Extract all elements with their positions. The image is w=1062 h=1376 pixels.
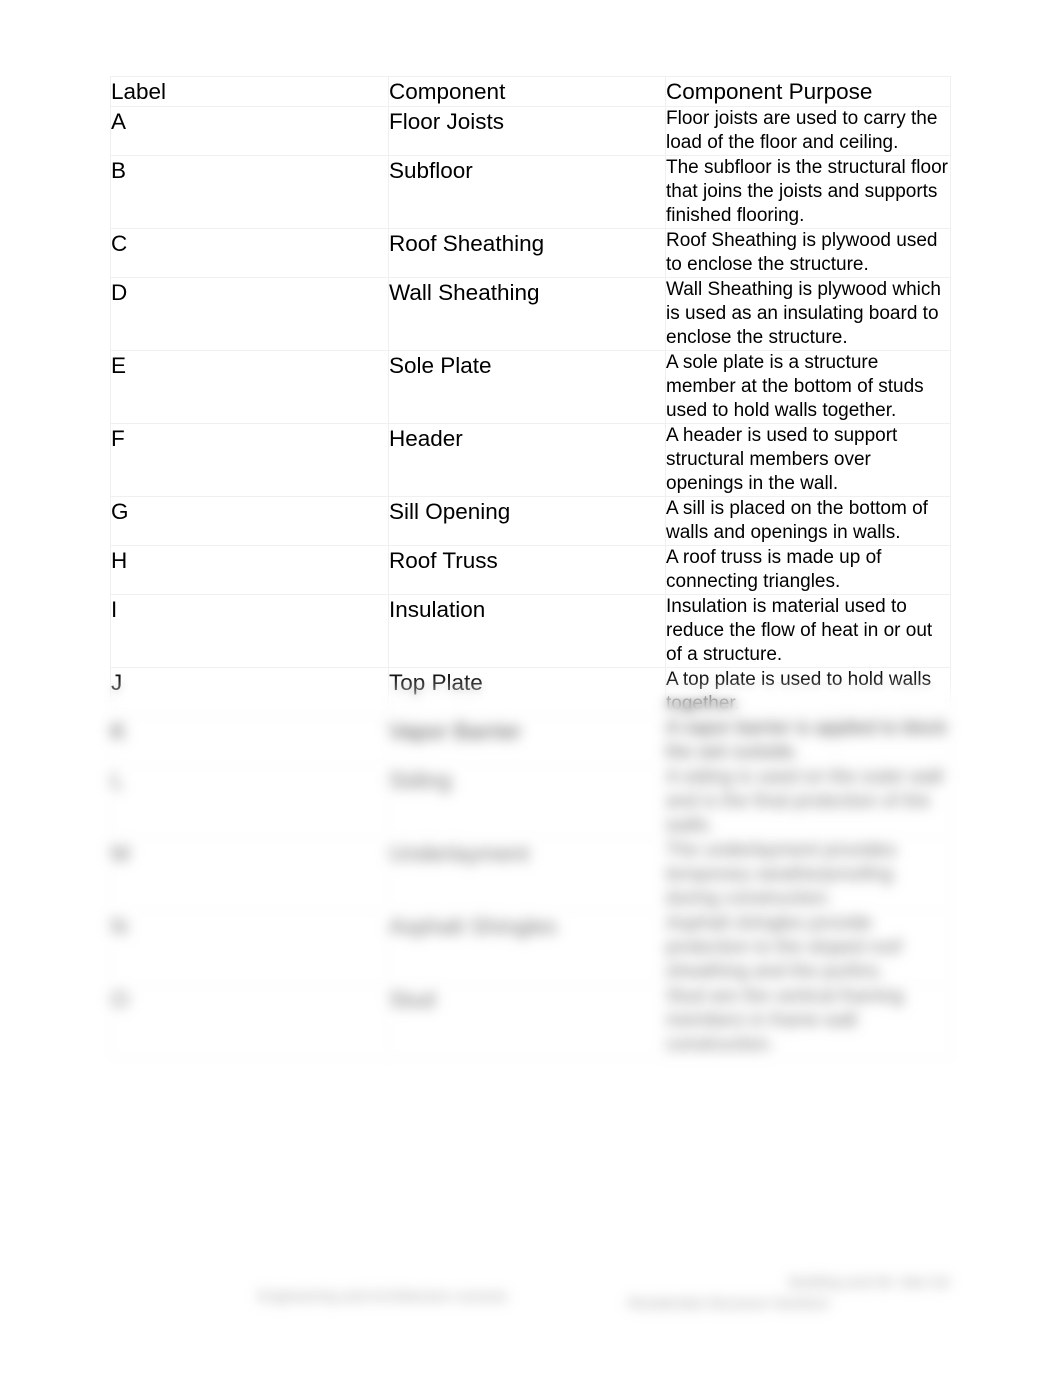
table-header-row: Label Component Component Purpose	[110, 76, 951, 107]
cell-purpose: Wall Sheathing is plywood which is used …	[665, 277, 951, 351]
cell-purpose: A header is used to support structural m…	[665, 423, 951, 497]
document-page: Label Component Component Purpose A Floo…	[0, 0, 1062, 1376]
cell-label: C	[110, 228, 389, 278]
cell-component: Roof Sheathing	[388, 228, 666, 278]
table-row: B Subfloor The subfloor is the structura…	[110, 155, 951, 229]
table-row: F Header A header is used to support str…	[110, 423, 951, 497]
cell-purpose: Stud are the vertical framing members in…	[665, 984, 951, 1058]
cell-purpose: A vapor barrier is applied to block the …	[665, 716, 951, 766]
cell-component: Header	[388, 423, 666, 497]
table-row: A Floor Joists Floor joists are used to …	[110, 106, 951, 156]
cell-component: Vapor Barrier	[388, 716, 666, 766]
cell-label: B	[110, 155, 389, 229]
footer-center-text: Residential Structure Handout	[628, 1295, 829, 1312]
table-row: I Insulation Insulation is material used…	[110, 594, 951, 668]
cell-label: D	[110, 277, 389, 351]
cell-purpose: A top plate is used to hold walls togeth…	[665, 667, 951, 717]
table-row: L Siding A siding is used on the outer w…	[110, 765, 951, 839]
table-row: N Asphalt Shingles Asphalt shingles prov…	[110, 911, 951, 985]
cell-purpose: A sill is placed on the bottom of walls …	[665, 496, 951, 546]
cell-label: J	[110, 667, 389, 717]
table-row: K Vapor Barrier A vapor barrier is appli…	[110, 716, 951, 766]
cell-component: Sill Opening	[388, 496, 666, 546]
cell-component: Siding	[388, 765, 666, 839]
cell-component: Roof Truss	[388, 545, 666, 595]
cell-purpose: Roof Sheathing is plywood used to enclos…	[665, 228, 951, 278]
cell-purpose: Floor joists are used to carry the load …	[665, 106, 951, 156]
column-header-component: Component	[388, 76, 666, 107]
cell-label: E	[110, 350, 389, 424]
footer-right-line1: Building and Mr. Mar ish	[789, 1274, 950, 1291]
cell-label: I	[110, 594, 389, 668]
cell-component: Underlayment	[388, 838, 666, 912]
table-row: J Top Plate A top plate is used to hold …	[110, 667, 951, 717]
table-row: E Sole Plate A sole plate is a structure…	[110, 350, 951, 424]
footer-left-text: Engineering and Architecture courses	[258, 1288, 508, 1305]
cell-label: H	[110, 545, 389, 595]
table-row: C Roof Sheathing Roof Sheathing is plywo…	[110, 228, 951, 278]
cell-label: M	[110, 838, 389, 912]
cell-purpose: A siding is used on the outer wall and i…	[665, 765, 951, 839]
cell-label: N	[110, 911, 389, 985]
column-header-label: Label	[110, 76, 389, 107]
cell-component: Subfloor	[388, 155, 666, 229]
table-body: A Floor Joists Floor joists are used to …	[110, 106, 951, 1058]
table-row: M Underlayment The underlayment provides…	[110, 838, 951, 912]
cell-purpose: Insulation is material used to reduce th…	[665, 594, 951, 668]
cell-component: Asphalt Shingles	[388, 911, 666, 985]
components-table-container: Label Component Component Purpose A Floo…	[110, 76, 951, 1058]
column-header-purpose: Component Purpose	[665, 76, 951, 107]
cell-purpose: The subfloor is the structural floor tha…	[665, 155, 951, 229]
table-row: D Wall Sheathing Wall Sheathing is plywo…	[110, 277, 951, 351]
cell-component: Stud	[388, 984, 666, 1058]
cell-label: O	[110, 984, 389, 1058]
table-row: O Stud Stud are the vertical framing mem…	[110, 984, 951, 1058]
cell-component: Top Plate	[388, 667, 666, 717]
cell-label: A	[110, 106, 389, 156]
cell-purpose: Asphalt shingles provide protection to t…	[665, 911, 951, 985]
page-footer: Engineering and Architecture courses Bui…	[110, 1268, 950, 1320]
footer-right-text: Building and Mr. Mar ish Residential Str…	[570, 1272, 950, 1314]
cell-component: Wall Sheathing	[388, 277, 666, 351]
components-table: Label Component Component Purpose A Floo…	[110, 76, 951, 1058]
cell-component: Insulation	[388, 594, 666, 668]
cell-label: F	[110, 423, 389, 497]
cell-label: K	[110, 716, 389, 766]
cell-purpose: The underlayment provides temporary weat…	[665, 838, 951, 912]
cell-purpose: A roof truss is made up of connecting tr…	[665, 545, 951, 595]
cell-label: L	[110, 765, 389, 839]
cell-label: G	[110, 496, 389, 546]
table-row: H Roof Truss A roof truss is made up of …	[110, 545, 951, 595]
cell-component: Floor Joists	[388, 106, 666, 156]
table-row: G Sill Opening A sill is placed on the b…	[110, 496, 951, 546]
cell-component: Sole Plate	[388, 350, 666, 424]
cell-purpose: A sole plate is a structure member at th…	[665, 350, 951, 424]
